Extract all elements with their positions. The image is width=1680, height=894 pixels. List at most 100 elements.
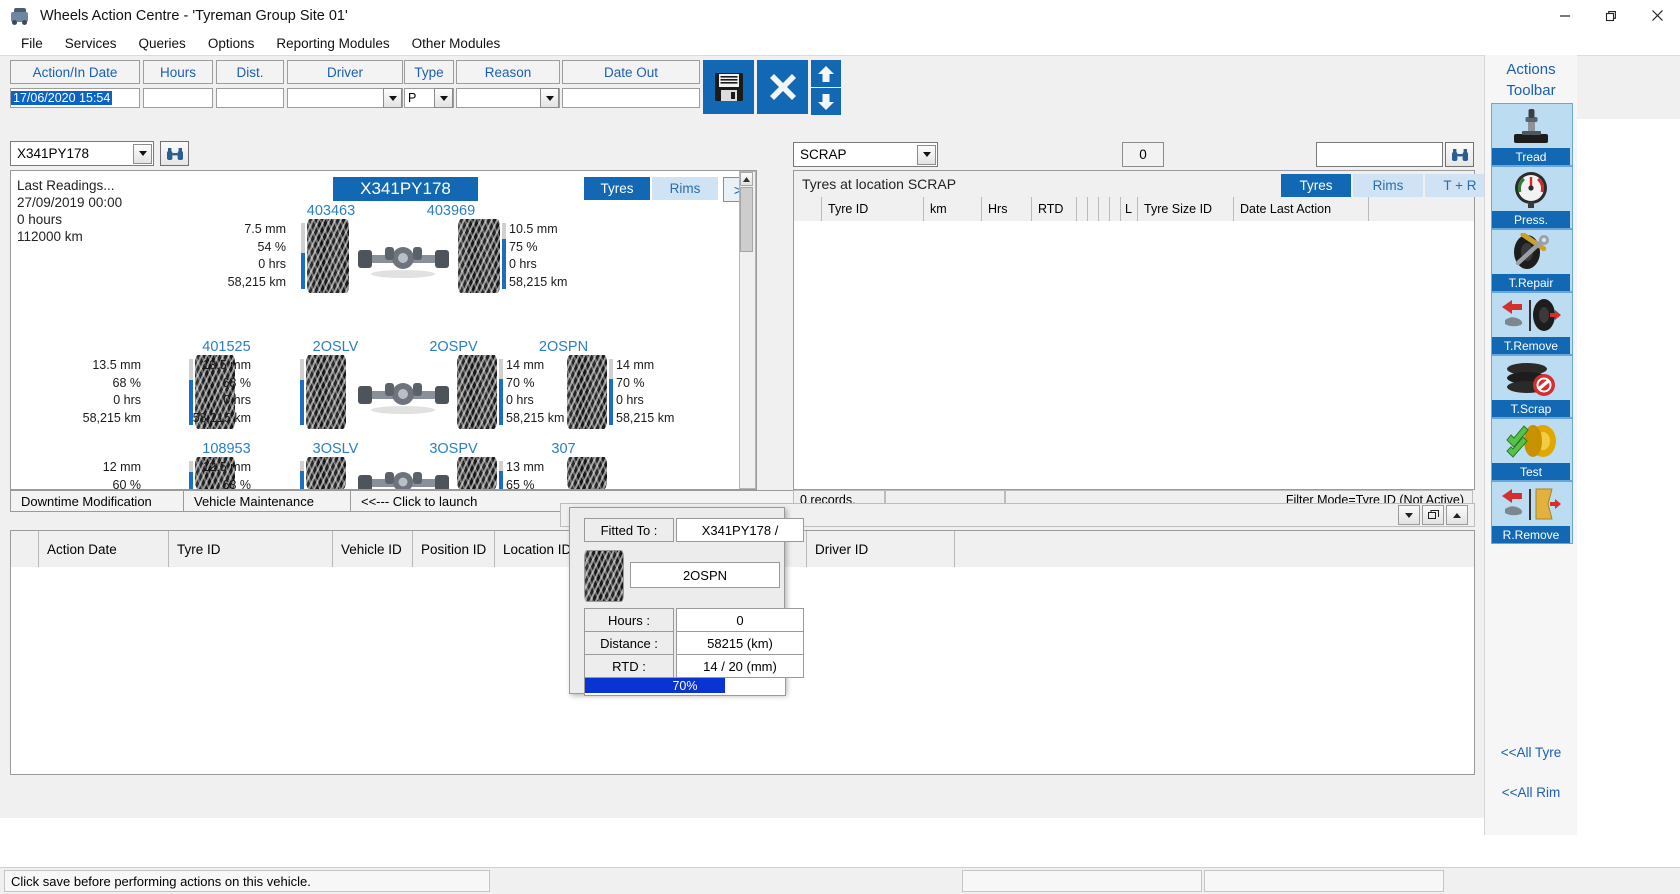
floppy-disk-icon (714, 73, 743, 101)
column-header[interactable] (1110, 197, 1121, 221)
tyre-image[interactable] (306, 457, 346, 489)
column-header[interactable]: Driver ID (807, 531, 955, 567)
location-search-button[interactable] (1445, 142, 1474, 167)
menu-item-options[interactable]: Options (197, 34, 266, 53)
vehicle-panel-scrollbar[interactable] (739, 171, 756, 489)
tyre-id-label[interactable]: 3OSPV (401, 441, 506, 457)
sidebar-item-tread[interactable]: Tread (1491, 103, 1573, 166)
location-grid-body[interactable] (794, 221, 1474, 489)
tyre-id-label[interactable]: 401525 (174, 339, 279, 355)
all-tyre-link[interactable]: <<All Tyre (1485, 745, 1577, 760)
column-header[interactable] (1099, 197, 1110, 221)
column-header[interactable] (1088, 197, 1099, 221)
tyre-id-label[interactable]: 3OSLV (283, 441, 388, 457)
tab-vehicle-rims[interactable]: Rims (652, 177, 718, 200)
tyre-image[interactable] (457, 355, 497, 429)
tab-vehicle-tyres[interactable]: Tyres (584, 177, 650, 200)
chevron-down-icon[interactable] (133, 143, 152, 164)
tyre-hours: 0 hrs (223, 393, 251, 407)
column-header[interactable]: Position ID (413, 531, 495, 567)
chevron-down-icon[interactable] (1398, 505, 1420, 525)
menu-item-queries[interactable]: Queries (128, 34, 197, 53)
hours-input[interactable] (143, 88, 213, 108)
sidebar-item-label: T.Remove (1492, 337, 1570, 354)
sidebar-item-rim-remove[interactable]: R.Remove (1491, 481, 1573, 544)
chevron-down-icon[interactable] (917, 144, 936, 165)
field-action-in-date: Action/In Date 17/06/2020 15:54 (10, 60, 140, 108)
menu-item-other-modules[interactable]: Other Modules (401, 34, 512, 53)
tab-downtime-modification[interactable]: Downtime Modification (10, 490, 184, 512)
maximize-button[interactable] (1588, 0, 1634, 31)
sidebar-item-press[interactable]: Press. (1491, 166, 1573, 229)
reason-select[interactable] (456, 88, 560, 108)
tyre-id-label[interactable]: 403969 (396, 203, 506, 219)
scroll-up-icon[interactable] (740, 172, 753, 186)
driver-select[interactable] (287, 88, 403, 108)
tyre-image[interactable] (567, 355, 607, 429)
column-header[interactable] (794, 197, 822, 221)
tyre-id-label[interactable]: 307 (511, 441, 616, 457)
move-down-button[interactable] (811, 88, 841, 115)
menu-item-reporting-modules[interactable]: Reporting Modules (265, 34, 400, 53)
all-rim-link[interactable]: <<All Rim (1485, 785, 1577, 800)
date-out-input[interactable] (562, 88, 700, 108)
column-header[interactable]: Vehicle ID (333, 531, 413, 567)
column-header[interactable] (11, 531, 39, 567)
sidebar-item-test[interactable]: Test (1491, 418, 1573, 481)
vehicle-search-button[interactable] (160, 141, 189, 166)
column-header[interactable]: Action Date (39, 531, 169, 567)
tyre-image[interactable] (457, 457, 497, 489)
location-search-input[interactable] (1316, 142, 1443, 167)
menu-item-file[interactable]: File (10, 34, 54, 53)
menu-item-services[interactable]: Services (54, 34, 128, 53)
chevron-down-icon[interactable] (540, 88, 559, 108)
sidebar-item-tyre-scrap[interactable]: T.Scrap (1491, 355, 1573, 418)
column-header[interactable]: Tyre Size ID (1138, 197, 1234, 221)
vehicle-layout-panel: Last Readings... 27/09/2019 00:00 0 hour… (10, 170, 757, 490)
tab-vehicle-maintenance[interactable]: Vehicle Maintenance (184, 490, 351, 512)
action-in-date-input[interactable]: 17/06/2020 15:54 (10, 88, 140, 108)
close-button[interactable] (1634, 0, 1680, 31)
restore-icon[interactable] (1422, 505, 1444, 525)
tyre-image[interactable] (306, 355, 346, 429)
tyre-image[interactable] (458, 219, 500, 293)
field-header-label: Dist. (236, 64, 264, 80)
rtd-progress-bar: 70% (584, 677, 786, 696)
field-header-label: Hours (159, 64, 196, 80)
scrollbar-thumb[interactable] (740, 187, 753, 252)
tyre-id-label[interactable]: 403463 (276, 203, 386, 219)
column-header[interactable]: km (924, 197, 982, 221)
column-header[interactable]: Tyre ID (822, 197, 924, 221)
tab-location-rims[interactable]: Rims (1353, 174, 1423, 197)
chevron-up-icon[interactable] (1446, 505, 1468, 525)
sidebar-item-tyre-repair[interactable]: T.Repair (1491, 229, 1573, 292)
column-header[interactable]: Hrs (982, 197, 1032, 221)
tyre-id-label[interactable]: 2OSPN (511, 339, 616, 355)
column-header[interactable]: Tyre ID (169, 531, 333, 567)
minimize-button[interactable] (1542, 0, 1588, 31)
field-hours: Hours (143, 60, 213, 108)
chevron-down-icon[interactable] (434, 88, 453, 108)
sidebar-item-label: Press. (1492, 211, 1570, 228)
tab-location-tyres[interactable]: Tyres (1281, 174, 1351, 197)
column-header[interactable]: RTD (1032, 197, 1077, 221)
vehicle-select[interactable]: X341PY178 (10, 141, 154, 166)
column-header[interactable]: Date Last Action (1234, 197, 1369, 221)
tyre-id-label[interactable]: 108953 (174, 441, 279, 457)
location-select[interactable]: SCRAP (793, 142, 938, 167)
move-up-button[interactable] (811, 60, 841, 87)
chevron-down-icon[interactable] (383, 88, 402, 108)
column-header[interactable]: L (1121, 197, 1138, 221)
field-header-type: Type (404, 60, 454, 84)
column-header[interactable]: Location ID (495, 531, 579, 567)
column-header[interactable] (1077, 197, 1088, 221)
tyre-id-label[interactable]: 2OSLV (283, 339, 388, 355)
save-button[interactable] (703, 60, 754, 114)
tyre-image[interactable] (307, 219, 349, 293)
cancel-button[interactable] (757, 60, 808, 114)
tyre-image[interactable] (567, 457, 607, 489)
tyre-id-label[interactable]: 2OSPV (401, 339, 506, 355)
sidebar-item-tyre-remove[interactable]: T.Remove (1491, 292, 1573, 355)
distance-input[interactable] (216, 88, 284, 108)
type-select[interactable]: P (404, 88, 454, 108)
